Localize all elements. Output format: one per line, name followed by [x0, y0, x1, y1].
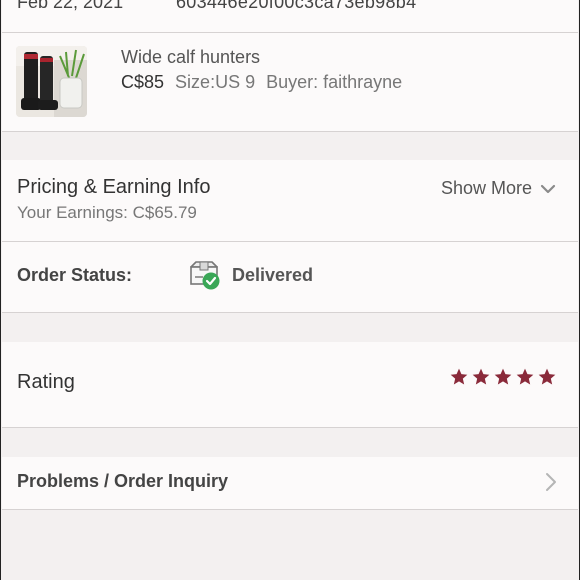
- item-size: Size:US 9: [175, 72, 256, 92]
- order-status-label: Order Status:: [17, 265, 133, 285]
- order-id: 603446e20f00c3ca73eb98b4: [176, 0, 417, 12]
- item-row[interactable]: Wide calf hunters C$85 Size:US 9 Buyer: …: [2, 33, 578, 131]
- pricing-section: Pricing & Earning Info Your Earnings: C$…: [2, 160, 578, 241]
- earnings-text: Your Earnings: C$65.79: [17, 203, 197, 222]
- show-more-label: Show More: [440, 178, 532, 198]
- delivered-box-icon: [190, 261, 220, 290]
- rating-label: Rating: [17, 371, 75, 393]
- rain-boots-photo-icon: [16, 46, 87, 117]
- rating-stars: [449, 367, 557, 387]
- divider: [2, 131, 578, 132]
- pricing-title: Pricing & Earning Info: [17, 176, 211, 198]
- divider: [2, 509, 578, 510]
- show-more-button[interactable]: Show More: [441, 178, 556, 199]
- star-icon: [472, 368, 490, 385]
- star-icon: [450, 368, 468, 385]
- star-icon: [516, 368, 534, 385]
- divider: [2, 427, 578, 428]
- item-meta: C$85 Size:US 9 Buyer: faithrayne: [121, 72, 402, 93]
- item-buyer[interactable]: Buyer: faithrayne: [266, 72, 402, 92]
- item-title[interactable]: Wide calf hunters: [121, 47, 260, 68]
- order-details-screen: Feb 22, 2021 603446e20f00c3ca73eb98b4 Wi…: [0, 0, 580, 580]
- item-thumbnail[interactable]: [16, 46, 87, 117]
- chevron-down-icon: [540, 184, 556, 193]
- item-price: C$85: [121, 72, 165, 92]
- order-date: Feb 22, 2021: [17, 0, 124, 12]
- problems-order-inquiry-row[interactable]: Problems / Order Inquiry: [2, 457, 578, 509]
- order-header-row: Feb 22, 2021 603446e20f00c3ca73eb98b4: [2, 0, 578, 32]
- rating-row: Rating: [2, 342, 578, 427]
- star-icon: [538, 368, 556, 385]
- order-status-row: Order Status: Delivered: [2, 242, 578, 312]
- problems-label: Problems / Order Inquiry: [17, 471, 229, 491]
- chevron-right-icon: [546, 473, 556, 491]
- divider: [2, 312, 578, 313]
- star-icon: [494, 368, 512, 385]
- order-status-value: Delivered: [232, 265, 314, 285]
